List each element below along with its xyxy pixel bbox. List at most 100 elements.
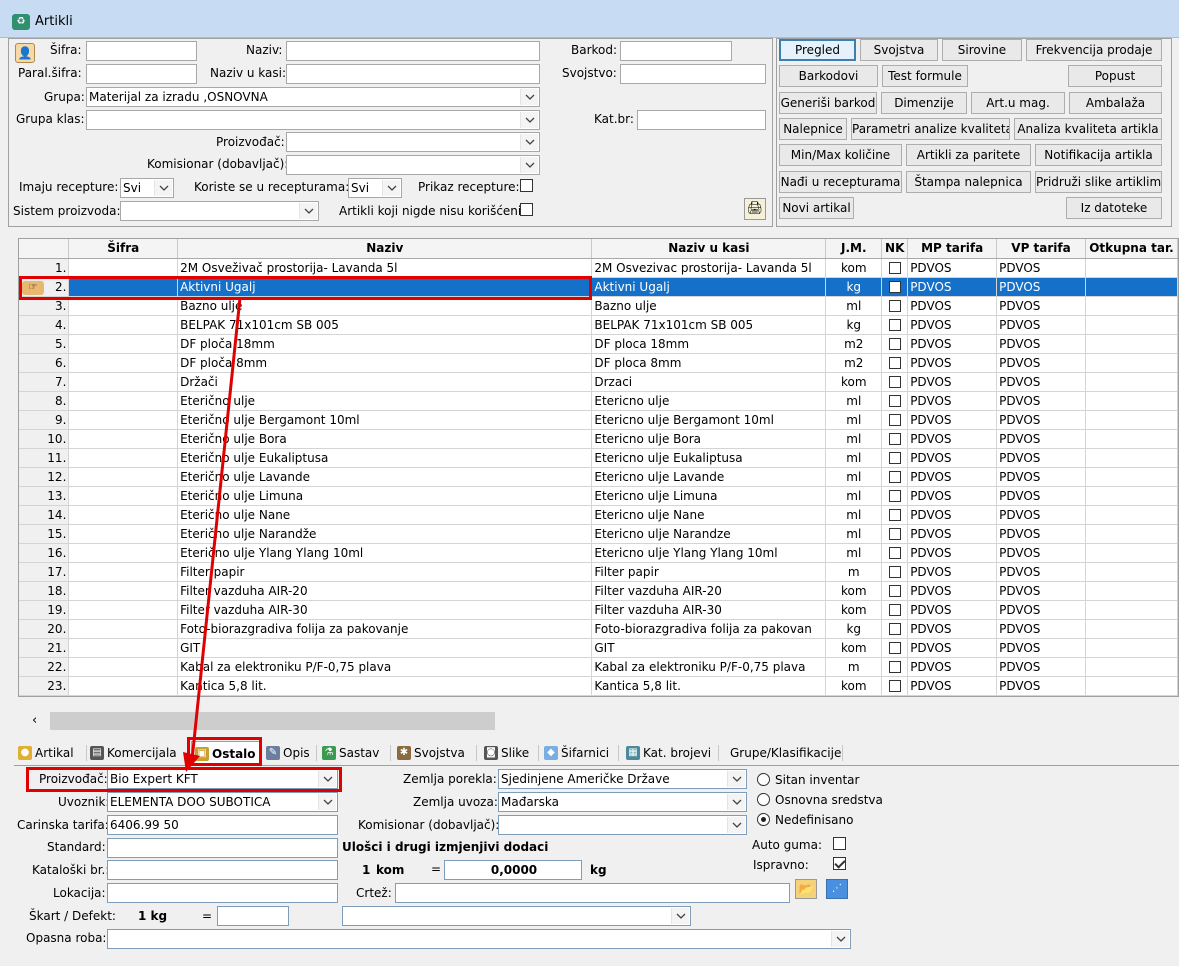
chevron-down-icon[interactable] bbox=[727, 817, 745, 833]
cell-jm[interactable]: ml bbox=[825, 543, 883, 563]
row-number[interactable]: 15. bbox=[19, 524, 70, 544]
cell-otkupna-tar[interactable] bbox=[1085, 657, 1178, 677]
nigde-checkbox[interactable] bbox=[520, 203, 533, 216]
cell-nk[interactable] bbox=[881, 258, 909, 278]
column-header-naziv-u-kasi[interactable]: Naziv u kasi bbox=[591, 239, 827, 259]
koriste-se-select[interactable]: Svi bbox=[348, 178, 402, 198]
cell-sifra[interactable] bbox=[68, 581, 179, 601]
table-row[interactable]: 1. 2M Osveživač prostorija- Lavanda 5l 2M … bbox=[19, 258, 1178, 278]
nk-checkbox[interactable] bbox=[888, 661, 901, 673]
sifra-input[interactable] bbox=[86, 41, 197, 61]
cell-mp-tarifa[interactable]: PDVOS bbox=[907, 676, 998, 696]
lokacija-input[interactable] bbox=[107, 883, 338, 903]
cell-sifra[interactable] bbox=[68, 467, 179, 487]
cell-jm[interactable]: m2 bbox=[825, 353, 883, 373]
standard-input[interactable] bbox=[107, 838, 338, 858]
cell-mp-tarifa[interactable]: PDVOS bbox=[907, 505, 998, 525]
tab-grupe[interactable]: Grupe/Klasifikacije bbox=[730, 741, 841, 765]
row-number[interactable]: 11. bbox=[19, 448, 70, 468]
cell-jm[interactable]: ml bbox=[825, 448, 883, 468]
cell-nk[interactable] bbox=[881, 334, 909, 354]
row-number[interactable]: 9. bbox=[19, 410, 70, 430]
cell-otkupna-tar[interactable] bbox=[1085, 505, 1178, 525]
cell-naziv[interactable]: DF ploča 18mm bbox=[177, 334, 593, 354]
cell-jm[interactable]: ml bbox=[825, 486, 883, 506]
chevron-down-icon[interactable] bbox=[520, 157, 538, 173]
cell-jm[interactable]: ml bbox=[825, 467, 883, 487]
cell-vp-tarifa[interactable]: PDVOS bbox=[996, 258, 1086, 278]
cell-otkupna-tar[interactable] bbox=[1085, 676, 1178, 696]
cell-sifra[interactable] bbox=[68, 258, 179, 278]
cell-naziv-u-kasi[interactable]: Kabal za elektroniku P/F-0,75 plava bbox=[591, 657, 827, 677]
nk-checkbox[interactable] bbox=[888, 547, 901, 559]
column-header-otkupna-tar[interactable]: Otkupna tar. bbox=[1085, 239, 1178, 259]
cell-vp-tarifa[interactable]: PDVOS bbox=[996, 391, 1086, 411]
nk-checkbox[interactable] bbox=[888, 319, 901, 331]
cell-naziv-u-kasi[interactable]: Filter vazduha AIR-20 bbox=[591, 581, 827, 601]
cell-naziv-u-kasi[interactable]: DF ploca 8mm bbox=[591, 353, 827, 373]
minmax-button[interactable]: Min/Max količine bbox=[779, 144, 902, 166]
scrollbar-thumb[interactable] bbox=[50, 712, 495, 730]
stampa-nalepnica-button[interactable]: Štampa nalepnica bbox=[906, 171, 1031, 193]
row-number[interactable]: 21. bbox=[19, 638, 70, 658]
iz-datoteke-button[interactable]: Iz datoteke bbox=[1066, 197, 1162, 219]
cell-naziv-u-kasi[interactable]: Drzaci bbox=[591, 372, 827, 392]
cell-naziv-u-kasi[interactable]: Etericno ulje Nane bbox=[591, 505, 827, 525]
cell-sifra[interactable] bbox=[68, 372, 179, 392]
chevron-down-icon[interactable] bbox=[671, 908, 689, 924]
cell-jm[interactable]: ml bbox=[825, 524, 883, 544]
nk-checkbox[interactable] bbox=[888, 566, 901, 578]
cell-mp-tarifa[interactable]: PDVOS bbox=[907, 372, 998, 392]
column-header-mp-tarifa[interactable]: MP tarifa bbox=[907, 239, 998, 259]
cell-jm[interactable]: m bbox=[825, 562, 883, 582]
cell-sifra[interactable] bbox=[68, 524, 179, 544]
cell-naziv[interactable]: Eterično ulje Bora bbox=[177, 429, 593, 449]
paritete-button[interactable]: Artikli za paritete bbox=[906, 144, 1031, 166]
cell-vp-tarifa[interactable]: PDVOS bbox=[996, 315, 1086, 335]
table-row[interactable]: 22. Kabal za elektroniku P/F-0,75 plava Ka… bbox=[19, 657, 1178, 677]
cell-naziv[interactable]: Eterično ulje Lavande bbox=[177, 467, 593, 487]
sirovine-button[interactable]: Sirovine bbox=[942, 39, 1022, 61]
katalogski-br-input[interactable] bbox=[107, 860, 338, 880]
cell-naziv[interactable]: Aktivni Ugalj bbox=[177, 277, 593, 297]
cell-mp-tarifa[interactable]: PDVOS bbox=[907, 467, 998, 487]
row-number[interactable]: 5. bbox=[19, 334, 70, 354]
chevron-down-icon[interactable] bbox=[520, 134, 538, 150]
tab-opis[interactable]: ✎ Opis bbox=[266, 741, 310, 765]
cell-otkupna-tar[interactable] bbox=[1085, 486, 1178, 506]
cell-vp-tarifa[interactable]: PDVOS bbox=[996, 486, 1086, 506]
cell-vp-tarifa[interactable]: PDVOS bbox=[996, 429, 1086, 449]
table-row[interactable]: 15. Eterično ulje Narandže Etericno ulje N… bbox=[19, 524, 1178, 544]
cell-mp-tarifa[interactable]: PDVOS bbox=[907, 448, 998, 468]
cell-sifra[interactable] bbox=[68, 486, 179, 506]
row-number[interactable]: 14. bbox=[19, 505, 70, 525]
cell-sifra[interactable] bbox=[68, 429, 179, 449]
proizvodjac-filter-select[interactable] bbox=[286, 132, 540, 152]
nk-checkbox[interactable] bbox=[888, 300, 901, 312]
chevron-down-icon[interactable] bbox=[318, 771, 336, 787]
tab-sastav[interactable]: ⚗ Sastav bbox=[322, 741, 379, 765]
refresh-icon[interactable]: 🖨 bbox=[744, 198, 766, 220]
tab-sifarnici[interactable]: ◆ Šifarnici bbox=[544, 741, 609, 765]
cell-otkupna-tar[interactable] bbox=[1085, 391, 1178, 411]
cell-sifra[interactable] bbox=[68, 410, 179, 430]
cell-jm[interactable]: m2 bbox=[825, 334, 883, 354]
row-number[interactable]: 19. bbox=[19, 600, 70, 620]
cell-vp-tarifa[interactable]: PDVOS bbox=[996, 524, 1086, 544]
column-header-vp-tarifa[interactable]: VP tarifa bbox=[996, 239, 1086, 259]
art-u-mag-button[interactable]: Art.u mag. bbox=[971, 92, 1065, 114]
cell-mp-tarifa[interactable]: PDVOS bbox=[907, 657, 998, 677]
cell-nk[interactable] bbox=[881, 277, 909, 297]
chevron-down-icon[interactable] bbox=[299, 203, 317, 219]
cell-naziv[interactable]: DF ploča 8mm bbox=[177, 353, 593, 373]
cell-vp-tarifa[interactable]: PDVOS bbox=[996, 372, 1086, 392]
nk-checkbox[interactable] bbox=[888, 471, 901, 483]
cell-vp-tarifa[interactable]: PDVOS bbox=[996, 619, 1086, 639]
barkod-input[interactable] bbox=[620, 41, 732, 61]
barkodovi-button[interactable]: Barkodovi bbox=[779, 65, 878, 87]
column-header-nk[interactable]: NK bbox=[881, 239, 909, 259]
cell-otkupna-tar[interactable] bbox=[1085, 372, 1178, 392]
table-row[interactable]: 4. BELPAK 71x101cm SB 005 BELPAK 71x101cm … bbox=[19, 315, 1178, 335]
cell-naziv-u-kasi[interactable]: Bazno ulje bbox=[591, 296, 827, 316]
nk-checkbox[interactable] bbox=[888, 585, 901, 597]
